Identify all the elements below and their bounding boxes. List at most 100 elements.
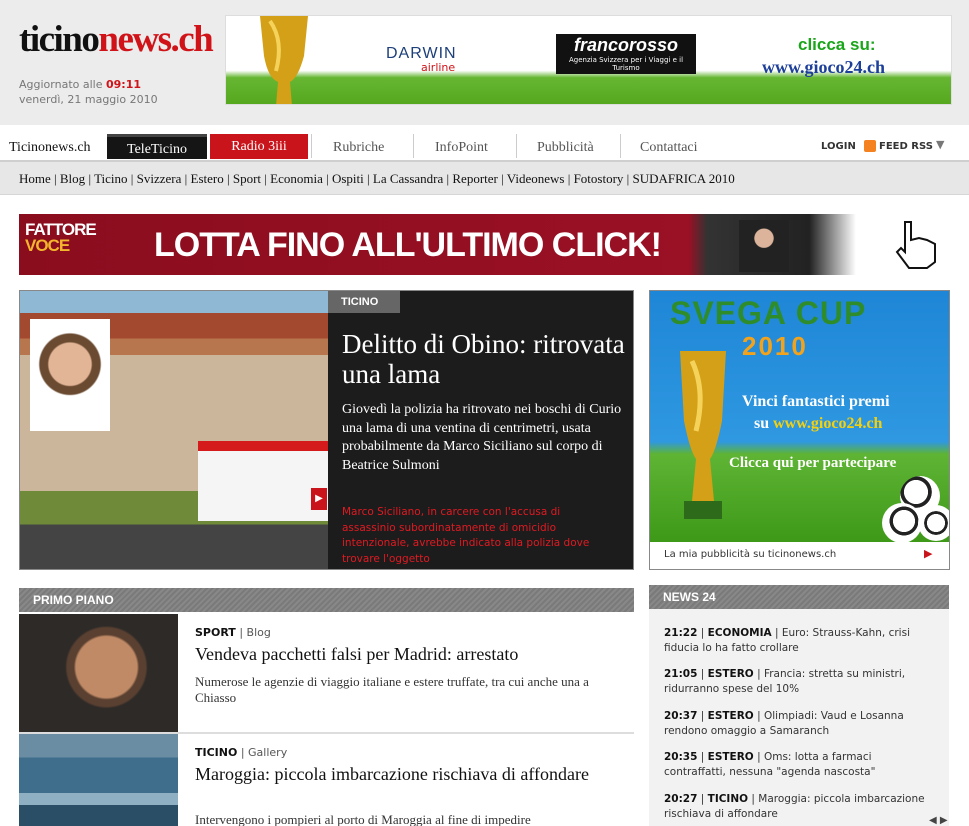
news-item[interactable]: 20:37 | ESTERO | Olimpiadi: Vaud e Losan… (664, 709, 934, 739)
chevron-down-icon[interactable]: ▼ (936, 138, 944, 151)
section-nav-separator: | (127, 171, 137, 186)
login-link[interactable]: LOGIN (821, 141, 856, 152)
story-item[interactable]: TICINO | Gallery Maroggia: piccola imbar… (19, 734, 634, 826)
story-thumbnail[interactable] (19, 614, 178, 732)
sidebar-ad[interactable]: SVEGA CUP 2010 Vinci fantastici premi su… (649, 290, 950, 570)
francorosso-logo: francorosso Agenzia Svizzera per i Viagg… (556, 34, 696, 74)
hero-photo: ▶ (20, 291, 328, 569)
news-time: 20:35 (664, 751, 698, 763)
news-item[interactable]: 20:35 | ESTERO | Oms: lotta a farmaci co… (664, 750, 934, 780)
ad-logo: SVEGA CUP (670, 295, 867, 331)
rss-icon (864, 140, 876, 152)
news-section[interactable]: ESTERO (708, 710, 754, 722)
story-section[interactable]: TICINO (195, 746, 237, 759)
news-time: 21:05 (664, 668, 698, 680)
section-nav-separator: | (564, 171, 574, 186)
play-arrow-icon[interactable]: ▶ (311, 488, 327, 510)
section-nav-separator: | (223, 171, 233, 186)
ad-caption[interactable]: La mia pubblicità su ticinonews.ch (664, 549, 836, 560)
news-section[interactable]: ECONOMIA (708, 627, 772, 639)
news-section[interactable]: ESTERO (708, 668, 754, 680)
story-item[interactable]: SPORT | Blog Vendeva pacchetti falsi per… (19, 614, 634, 732)
story-type[interactable]: Blog (247, 626, 271, 639)
section-nav-item[interactable]: Fotostory (574, 171, 624, 186)
story-section[interactable]: SPORT (195, 626, 236, 639)
nav-rubriche[interactable]: Rubriche (333, 140, 384, 156)
ambulance-photo (198, 441, 328, 521)
site-logo[interactable]: ticinonews.ch (19, 18, 214, 62)
svega-cup-ad-image: SVEGA CUP 2010 Vinci fantastici premi su… (650, 291, 949, 542)
news-time: 20:37 (664, 710, 698, 722)
francorosso-sub: Agenzia Svizzera per i Viaggi e il Turis… (568, 56, 684, 72)
updated-label: Aggiornato alle (19, 78, 106, 91)
section-nav-item[interactable]: Estero (191, 171, 224, 186)
section-nav-item[interactable]: Economia (270, 171, 323, 186)
section-nav-separator: | (181, 171, 191, 186)
news-text[interactable]: Olimpiadi: Vaud e Losanna rendono omaggi… (664, 710, 904, 737)
section-nav-item[interactable]: Reporter (452, 171, 497, 186)
news-time: 20:27 (664, 793, 698, 805)
news-text[interactable]: Euro: Strauss-Kahn, crisi fiducia lo ha … (664, 627, 910, 654)
hero-title[interactable]: Delitto di Obino: ritrovata una lama (342, 329, 627, 389)
news-item[interactable]: 21:22 | ECONOMIA | Euro: Strauss-Kahn, c… (664, 626, 934, 656)
promo-banner[interactable]: FATTORE VOCE LOTTA FINO ALL'ULTIMO CLICK… (19, 214, 949, 275)
section-nav-item[interactable]: Blog (60, 171, 85, 186)
nav-separator (311, 134, 312, 158)
nav-home[interactable]: Ticinonews.ch (9, 140, 91, 156)
darwin-logo: DARWIN (386, 45, 457, 62)
pointer-hand-icon (895, 221, 936, 269)
section-nav-item[interactable]: Videonews (507, 171, 565, 186)
section-nav-item[interactable]: Svizzera (137, 171, 182, 186)
story-title[interactable]: Vendeva pacchetti falsi per Madrid: arre… (195, 644, 615, 664)
rss-feed-link[interactable]: FEED RSS (879, 141, 933, 152)
section-nav: Home | Blog | Ticino | Svizzera | Estero… (0, 160, 969, 195)
nav-pubblicita[interactable]: Pubblicità (537, 140, 594, 156)
section-nav-separator: | (497, 171, 507, 186)
news-text[interactable]: Francia: stretta su ministri, ridurranno… (664, 668, 905, 695)
ad-line2-url: www.gioco24.ch (773, 415, 883, 432)
update-info: Aggiornato alle 09:11 venerdì, 21 maggio… (19, 77, 158, 107)
news24-list: 21:22 | ECONOMIA | Euro: Strauss-Kahn, c… (649, 609, 949, 826)
banner-cta-line2[interactable]: www.gioco24.ch (762, 56, 885, 78)
story-type[interactable]: Gallery (248, 746, 287, 759)
section-nav-item[interactable]: Home (19, 171, 51, 186)
scroll-arrows-icon[interactable]: ◀ ▶ (929, 815, 948, 826)
news-text[interactable]: Maroggia: piccola imbarcazione rischiava… (664, 793, 925, 820)
section-nav-separator: | (322, 171, 332, 186)
fattore-voce-logo: FATTORE VOCE (25, 221, 105, 255)
section-nav-list: Home | Blog | Ticino | Svizzera | Estero… (19, 171, 735, 187)
section-nav-item[interactable]: Ticino (94, 171, 127, 186)
world-cup-trophy-icon (260, 16, 308, 104)
darwin-sub: airline (421, 61, 456, 74)
page: ticinonews.ch Aggiornato alle 09:11 vene… (0, 0, 969, 826)
nav-contattaci[interactable]: Contattaci (640, 140, 698, 156)
hero-section-tag[interactable]: TICINO (328, 291, 400, 313)
primo-piano-heading: PRIMO PIANO (19, 588, 634, 612)
story-meta: TICINO | Gallery (195, 746, 288, 759)
news-item[interactable]: 21:05 | ESTERO | Francia: stretta su min… (664, 667, 934, 697)
world-cup-trophy-icon (680, 351, 726, 519)
francorosso-name: francorosso (573, 35, 679, 55)
story-meta: SPORT | Blog (195, 626, 271, 639)
story-title[interactable]: Maroggia: piccola imbarcazione rischiava… (195, 764, 615, 784)
news-item[interactable]: 20:27 | TICINO | Maroggia: piccola imbar… (664, 792, 934, 822)
section-nav-item[interactable]: Ospiti (332, 171, 364, 186)
nav-teleticino[interactable]: TeleTicino (107, 134, 207, 159)
news-section[interactable]: ESTERO (708, 751, 754, 763)
site-header: ticinonews.ch Aggiornato alle 09:11 vene… (0, 0, 969, 125)
arrow-right-icon[interactable]: ▶ (924, 547, 932, 560)
section-nav-item[interactable]: SUDAFRICA 2010 (633, 171, 735, 186)
section-nav-item[interactable]: La Cassandra (373, 171, 443, 186)
nav-radio3iii[interactable]: Radio 3iii (210, 134, 308, 159)
story-thumbnail[interactable] (19, 734, 178, 826)
ad-line2: su www.gioco24.ch (754, 414, 882, 434)
nav-infopoint[interactable]: InfoPoint (435, 140, 488, 156)
section-nav-item[interactable]: Sport (233, 171, 261, 186)
hero-story[interactable]: ▶ TICINO Delitto di Obino: ritrovata una… (19, 290, 634, 570)
news-section[interactable]: TICINO (708, 793, 748, 805)
ad-logo-year: 2010 (742, 331, 808, 361)
banner-cta-line1: clicca su: (798, 35, 876, 54)
logo-part2: news.ch (98, 19, 213, 60)
header-banner-ad[interactable]: DARWIN airline francorosso Agenzia Svizz… (225, 15, 952, 105)
promo-brand-line2: VOCE (25, 236, 70, 255)
